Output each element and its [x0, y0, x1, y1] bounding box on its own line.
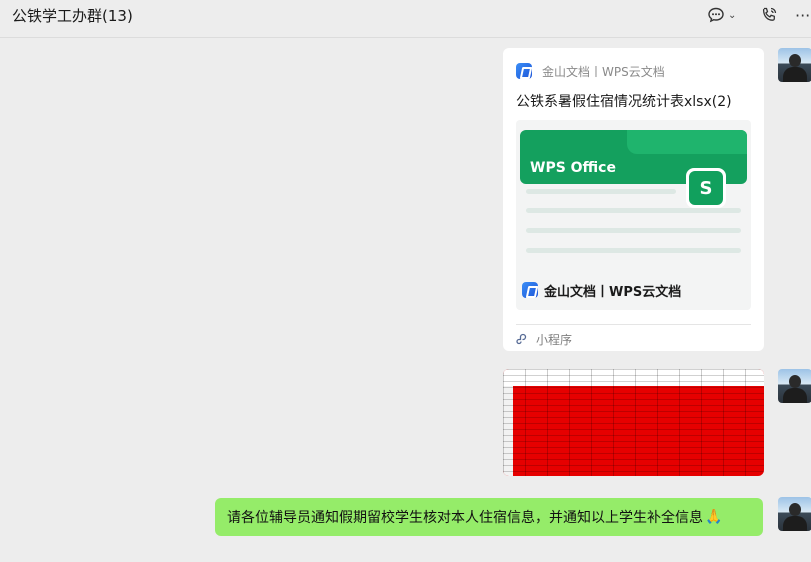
preview-footer-label: 金山文档丨WPS云文档 [544, 284, 682, 300]
banner-highlight [627, 130, 747, 154]
avatar-body [783, 516, 807, 531]
kdocs-logo-icon [522, 282, 538, 298]
placeholder-line [526, 248, 741, 253]
card-source: 金山文档丨WPS云文档 [542, 64, 665, 79]
mini-program-icon [516, 333, 527, 345]
avatar-body [783, 67, 807, 82]
avatar-head [789, 503, 801, 516]
avatar-head [789, 375, 801, 388]
call-button[interactable] [760, 4, 778, 26]
avatar-head [789, 54, 801, 67]
phone-call-icon [762, 7, 777, 21]
chat-header: 公铁学工办群(13) ⌄ ··· [0, 0, 811, 38]
pray-emoji-icon: 🙏 [705, 509, 723, 525]
card-source-row: 金山文档丨WPS云文档 [516, 62, 665, 80]
chevron-down-icon: ⌄ [728, 9, 737, 21]
more-button[interactable]: ··· [795, 4, 810, 26]
mini-program-card[interactable]: 金山文档丨WPS云文档 公铁系暑假住宿情况统计表xlsx(2) WPS Offi… [503, 48, 764, 351]
spreadsheet-image[interactable] [503, 369, 764, 476]
more-horizontal-icon: ··· [795, 5, 811, 25]
kdocs-logo-icon [516, 63, 532, 79]
sender-avatar[interactable] [778, 48, 811, 82]
preview-footer: 金山文档丨WPS云文档 [522, 280, 681, 300]
spreadsheet-app-icon: S [686, 168, 726, 208]
chat-bubble-icon [708, 7, 724, 23]
chat-title[interactable]: 公铁学工办群(13) [12, 5, 133, 26]
sender-avatar[interactable] [778, 369, 811, 403]
wps-office-brand: WPS Office [530, 160, 616, 176]
placeholder-line [526, 189, 676, 194]
placeholder-line [526, 208, 741, 213]
avatar-body [783, 388, 807, 403]
chat-menu-button[interactable]: ⌄ [707, 4, 736, 26]
card-document-title: 公铁系暑假住宿情况统计表xlsx(2) [516, 94, 732, 110]
placeholder-line [526, 228, 741, 233]
card-divider [516, 324, 751, 325]
text-message-bubble[interactable]: 请各位辅导员通知假期留校学生核对本人住宿信息，并通知以上学生补全信息 🙏 [215, 498, 763, 536]
card-preview-image: WPS Office S 金山文档丨WPS云文档 [516, 120, 751, 310]
message-text: 请各位辅导员通知假期留校学生核对本人住宿信息，并通知以上学生补全信息 [227, 510, 703, 526]
mini-program-label-row: 小程序 [516, 331, 572, 347]
sender-avatar[interactable] [778, 497, 811, 531]
sheet-grid [503, 369, 764, 476]
mini-program-label: 小程序 [536, 332, 573, 347]
